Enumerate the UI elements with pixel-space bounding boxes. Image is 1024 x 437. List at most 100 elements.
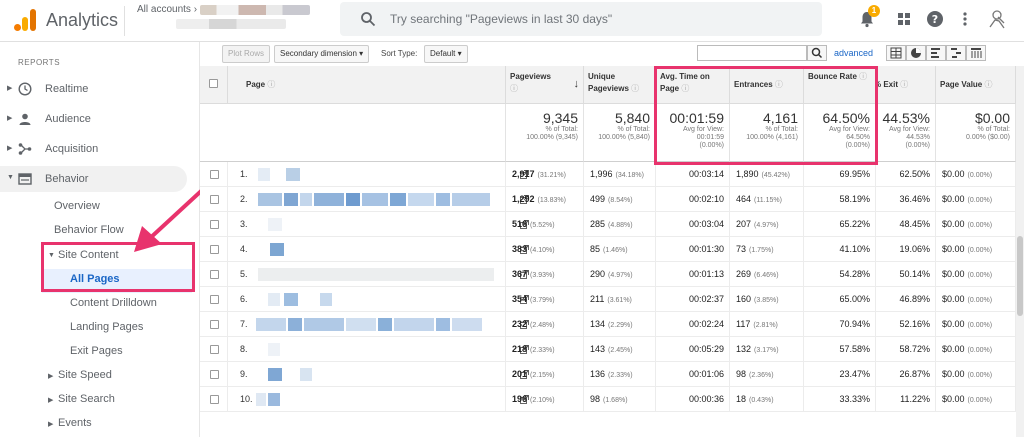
sidebar-item-exit-pages[interactable]: Exit Pages [70,345,123,357]
row-checkbox[interactable] [210,170,219,179]
page-cell[interactable]: 3. [228,212,529,237]
caret-right-icon: ▶ [7,85,13,92]
unique-pageviews-cell-value: 143 [590,344,606,354]
page-value-cell-value: $0.00 [942,219,965,229]
exit-rate-cell-value: 26.87% [899,369,930,379]
sort-desc-icon: ↓ [573,78,580,90]
sidebar-item-events[interactable]: Events [58,417,92,429]
entrances-cell: 160 (3.85%) [730,287,804,312]
page-cell[interactable]: 9. [228,362,529,387]
sidebar-item-site-speed[interactable]: Site Speed [58,369,112,381]
table-row[interactable]: 4. 383 (4.10%) 85 (1.46%) 00:01:30 73 (1.75%) 41… [200,237,1024,262]
pivot-view-button[interactable] [966,45,986,61]
row-checkbox[interactable] [210,345,219,354]
sidebar-item-audience[interactable]: ▶ Audience [0,106,187,132]
avatar[interactable] [986,8,1008,30]
total-exit-value: 44.53% [882,110,930,126]
unique-pageviews-cell-value: 134 [590,319,606,329]
table-view-button[interactable] [886,45,906,61]
sidebar-item-site-search[interactable]: Site Search [58,393,115,405]
table-row[interactable]: 10. 196 (2.10%) 98 (1.68%) 00:00:36 18 (0.43%) 3… [200,387,1024,412]
row-checkbox[interactable] [210,245,219,254]
main-content: Plot Rows Secondary dimension ▾ Sort Typ… [200,42,1024,437]
bounce-rate-cell: 33.33% [804,387,876,412]
total-sub-value: 0.00% ($0.00) [966,134,1010,141]
row-checkbox[interactable] [210,270,219,279]
exit-column-header[interactable]: % Exit ⓘ [876,66,936,104]
behavior-icon [18,173,32,185]
row-checkbox[interactable] [210,395,219,404]
row-checkbox[interactable] [210,295,219,304]
table-row[interactable]: 5. 367 (3.93%) 290 (4.97%) 00:01:13 269 (6.46%)… [200,262,1024,287]
table-row[interactable]: 2. 1,292 (13.83%) 499 (8.54%) 00:02:10 464 (11.… [200,187,1024,212]
entrances-cell: 1,890 (45.42%) [730,162,804,187]
sort-type-dropdown[interactable]: Default ▾ [424,45,468,63]
table-row[interactable]: 6. 354 (3.79%) 211 (3.61%) 00:02:37 160 (3.85%)… [200,287,1024,312]
row-checkbox[interactable] [210,370,219,379]
more-vert-icon[interactable] [956,10,974,28]
redacted-page-path [362,193,388,206]
sidebar-item-realtime[interactable]: ▶ Realtime [0,76,187,102]
unique-pageviews-column-header[interactable]: Unique Pageviews ⓘ [584,66,656,104]
scrollbar-thumb[interactable] [1017,236,1023,316]
advanced-filter-link[interactable]: advanced [834,48,873,58]
redacted-page-path [346,318,376,331]
notification-badge: 1 [868,5,880,17]
page-column-header[interactable]: Page ⓘ [228,66,506,104]
accounts-breadcrumb[interactable]: All accounts › [137,4,197,15]
entrances-cell-value: 464 [736,194,752,204]
row-checkbox[interactable] [210,195,219,204]
secondary-dimension-dropdown[interactable]: Secondary dimension ▾ [274,45,370,63]
table-row[interactable]: 9. 201 (2.15%) 136 (2.33%) 00:01:06 98 (2.36%) 2… [200,362,1024,387]
sidebar-item-content-drilldown[interactable]: Content Drilldown [70,297,157,309]
reports-section-label: REPORTS [18,58,61,67]
app-title[interactable]: Analytics [46,10,118,31]
exit-rate-cell: 48.45% [876,212,936,237]
analytics-logo-icon[interactable] [14,9,36,31]
row-checkbox[interactable] [210,220,219,229]
page-cell[interactable]: 2. [228,187,529,212]
page-cell[interactable]: 10. [228,387,529,412]
pageviews-cell-value: 367 [512,269,528,279]
page-cell[interactable]: 1. [228,162,529,187]
bounce-rate-cell-value: 54.28% [839,269,870,279]
plot-rows-button[interactable]: Plot Rows [222,45,271,63]
page-value-cell: $0.00 (0.00%) [936,312,1016,337]
page-value-cell-value: $0.00 [942,194,965,204]
table-filter-input[interactable] [697,45,807,61]
pie-view-button[interactable] [906,45,926,61]
apps-grid-icon[interactable] [895,10,913,28]
sort-type-label: Sort Type: [381,49,418,58]
table-row[interactable]: 7. 232 (2.48%) 134 (2.29%) 00:02:24 117 (2.81%)… [200,312,1024,337]
page-cell[interactable]: 6. [228,287,529,312]
row-number: 9. [240,369,248,379]
help-icon: ⓘ [510,84,518,93]
page-cell[interactable]: 8. [228,337,529,362]
sidebar-item-landing-pages[interactable]: Landing Pages [70,321,143,333]
redacted-page-path [284,293,298,306]
performance-view-button[interactable] [926,45,946,61]
sidebar-item-overview[interactable]: Overview [54,200,100,212]
page-value-column-header[interactable]: Page Value ⓘ [936,66,1016,104]
row-select-cell [200,262,228,287]
search-bar[interactable]: Try searching "Pageviews in last 30 days… [340,2,822,36]
exit-rate-cell-value: 19.06% [899,244,930,254]
table-row[interactable]: 3. 516 (5.52%) 285 (4.88%) 00:03:04 207 (4.97%)… [200,212,1024,237]
page-cell[interactable]: 7. [228,312,529,337]
unique-pageviews-cell-value: 211 [590,294,605,304]
table-row[interactable]: 1. 2,917 (31.21%) 1,996 (34.18%) 00:03:14 1,89… [200,162,1024,187]
comparison-view-button[interactable] [946,45,966,61]
page-value-cell: $0.00 (0.00%) [936,362,1016,387]
page-cell[interactable]: 4. [228,237,529,262]
row-checkbox[interactable] [210,320,219,329]
select-all-checkbox[interactable] [209,79,218,88]
table-filter-search-button[interactable] [807,45,827,61]
page-value-cell: $0.00 (0.00%) [936,187,1016,212]
page-cell[interactable]: 5. [228,262,529,287]
table-row[interactable]: 8. 218 (2.33%) 143 (2.45%) 00:05:29 132 (3.17%)… [200,337,1024,362]
help-icon[interactable]: ? [926,10,944,28]
scrollbar[interactable] [1016,66,1024,437]
pageviews-column-header[interactable]: Pageviews ↓ ⓘ [506,66,584,104]
total-sub-label: % of Total: [617,126,650,133]
unique-pageviews-cell-value: 499 [590,194,606,204]
